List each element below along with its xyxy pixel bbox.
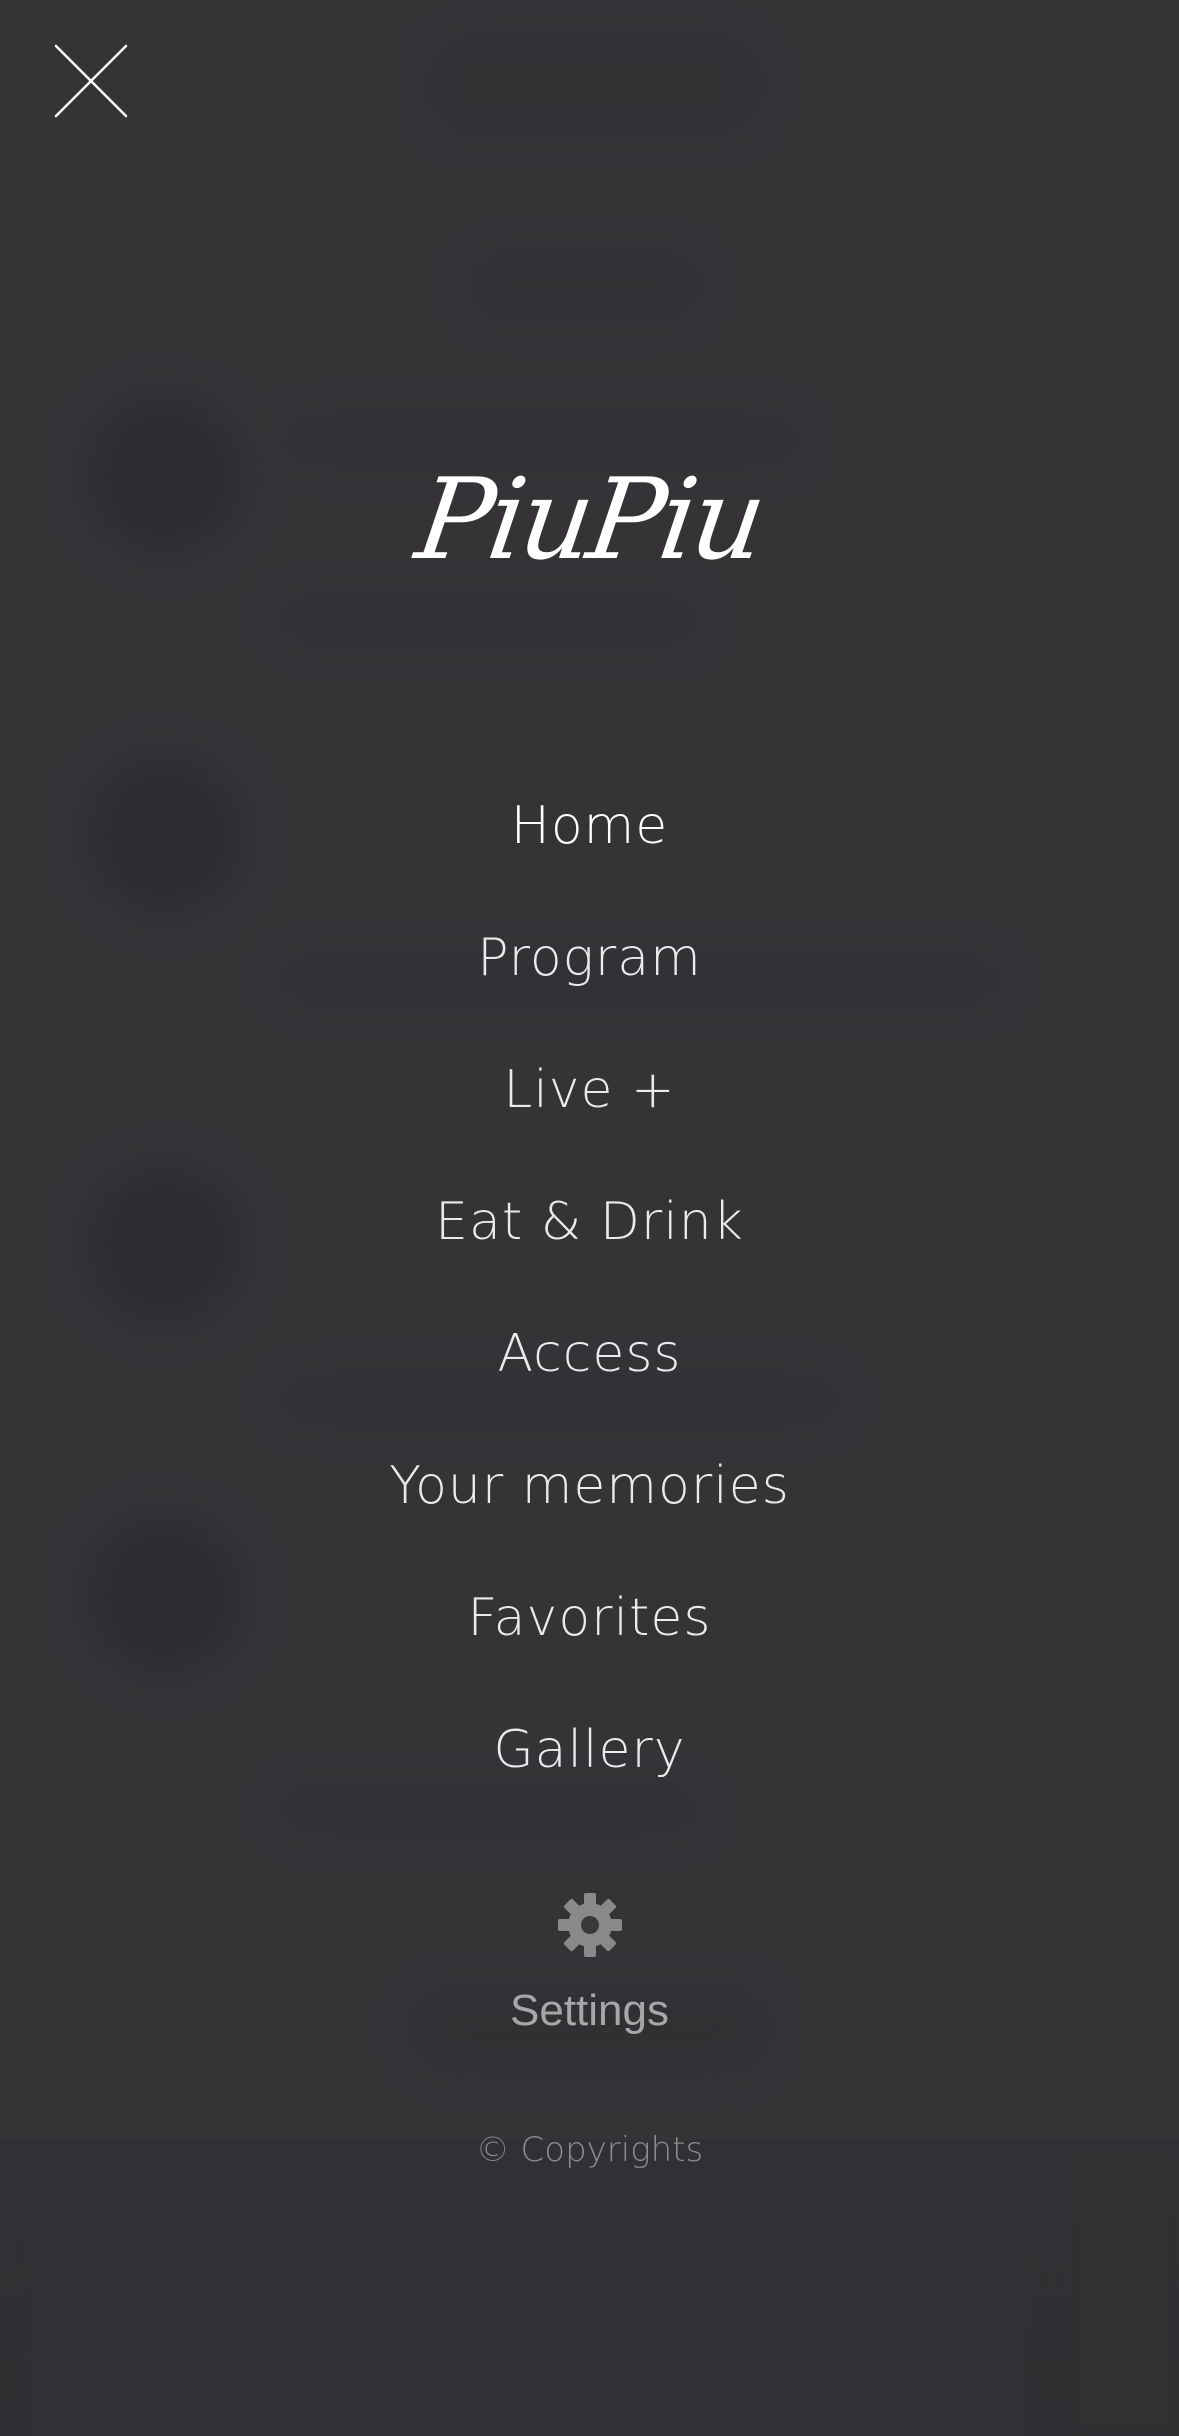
menu-item-eat-drink[interactable]: Eat & Drink	[0, 1156, 1179, 1288]
menu-item-favorites[interactable]: Favorites	[0, 1552, 1179, 1684]
menu-item-program[interactable]: Program	[0, 892, 1179, 1024]
copyright-text: © Copyrights	[475, 2130, 704, 2170]
settings-label: Settings	[510, 1986, 669, 2035]
main-menu: Home Program Live + Eat & Drink Access Y…	[0, 760, 1179, 1816]
menu-item-access[interactable]: Access	[0, 1288, 1179, 1420]
menu-overlay: PiuPiu Home Program Live + Eat & Drink A…	[0, 0, 1179, 2436]
menu-item-your-memories[interactable]: Your memories	[0, 1420, 1179, 1552]
menu-item-live-plus[interactable]: Live +	[0, 1024, 1179, 1156]
menu-item-gallery[interactable]: Gallery	[0, 1684, 1179, 1816]
settings-button[interactable]: Settings	[0, 1890, 1179, 2036]
close-icon	[54, 44, 128, 118]
menu-item-home[interactable]: Home	[0, 760, 1179, 892]
close-button[interactable]	[50, 40, 132, 122]
brand-logo: PiuPiu	[409, 455, 770, 585]
gear-icon	[555, 1890, 625, 1960]
